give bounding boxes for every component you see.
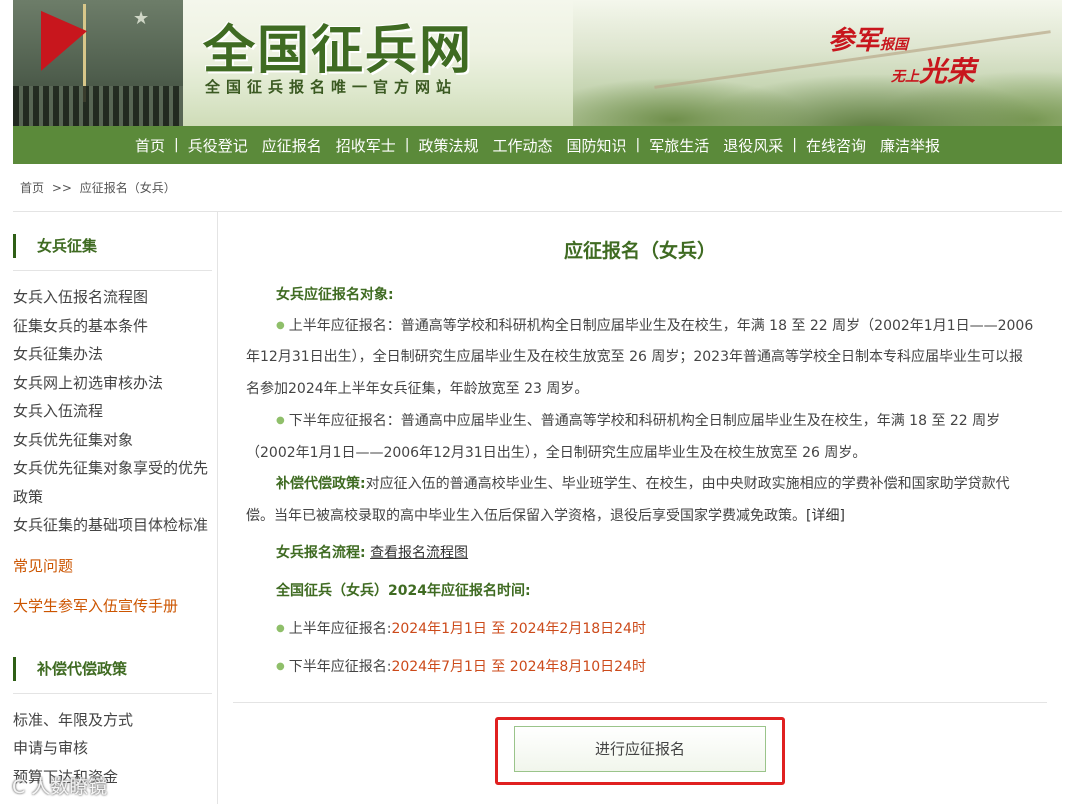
sidebar-item-priority-targets[interactable]: 女兵优先征集对象 — [13, 426, 217, 455]
nav-military-registration[interactable]: 兵役登记 — [181, 135, 255, 156]
nav-online-consult[interactable]: 在线咨询 — [799, 135, 873, 156]
sidebar-item-online-review[interactable]: 女兵网上初选审核办法 — [13, 369, 217, 398]
nav-home[interactable]: 首页 — [128, 135, 172, 156]
nav-separator: | — [173, 137, 179, 153]
bullet-icon: ● — [276, 661, 285, 673]
main-nav: 首页 | 兵役登记 应征报名 招收军士 | 政策法规 工作动态 国防知识 | 军… — [13, 126, 1062, 164]
compensation-label: 补偿代偿政策: — [276, 476, 366, 492]
nav-work-news[interactable]: 工作动态 — [485, 135, 559, 156]
sidebar-item-recruit-method[interactable]: 女兵征集办法 — [13, 340, 217, 369]
sidebar-item-basic-conditions[interactable]: 征集女兵的基本条件 — [13, 312, 217, 341]
nav-policies[interactable]: 政策法规 — [411, 135, 485, 156]
nav-nco-recruitment[interactable]: 招收军士 — [329, 135, 403, 156]
breadcrumb: 首页 >> 应征报名（女兵） — [13, 164, 1062, 212]
site-logo-title[interactable]: 全国征兵网 — [203, 8, 473, 83]
breadcrumb-current: 应征报名（女兵） — [79, 181, 176, 195]
sidebar-item-apply-review[interactable]: 申请与审核 — [13, 734, 217, 763]
second-half-paragraph: ● 下半年应征报名：普通高中应届毕业生、普通高等学校和科研机构全日制应届毕业生及在… — [246, 413, 1001, 461]
star-icon: ★ — [133, 8, 150, 29]
site-subtitle: 全国征兵报名唯一官方网站 — [205, 78, 458, 96]
image-watermark: C 人数瞭镜 — [12, 776, 108, 798]
nav-veterans[interactable]: 退役风采 — [716, 135, 790, 156]
site-banner: ★ 全国征兵网 全国征兵报名唯一官方网站 参军报国 无上光荣 — [13, 0, 1062, 126]
red-flag-icon — [41, 1, 87, 71]
main-content: 应征报名（女兵） 女兵应征报名对象: ● 上半年应征报名：普通高等学校和科研机构全… — [218, 212, 1062, 804]
breadcrumb-arrow: >> — [51, 181, 72, 195]
time-row-second-half: ● 下半年应征报名:2024年7月1日 至 2024年8月10日24时 — [276, 659, 646, 675]
breadcrumb-home[interactable]: 首页 — [18, 181, 46, 195]
sidebar-list: 女兵入伍报名流程图 征集女兵的基本条件 女兵征集办法 女兵网上初选审核办法 女兵… — [13, 283, 217, 621]
first-half-paragraph: ● 上半年应征报名：普通高等学校和科研机构全日制应届毕业生及在校生，年满 18 至… — [246, 317, 1034, 397]
page-title: 应征报名（女兵） — [563, 240, 716, 262]
target-label: 女兵应征报名对象: — [276, 287, 394, 303]
time-row-first-half: ● 上半年应征报名:2024年1月1日 至 2024年2月18日24时 — [276, 620, 646, 637]
sidebar-item-standards[interactable]: 标准、年限及方式 — [13, 706, 217, 735]
slogan-part-2: 无上光荣 — [891, 55, 976, 88]
process-row: 女兵报名流程: 查看报名流程图 — [246, 538, 1034, 570]
time-heading-row: 全国征兵（女兵）2024年应征报名时间: — [246, 576, 1034, 608]
sidebar: 女兵征集 女兵入伍报名流程图 征集女兵的基本条件 女兵征集办法 女兵网上初选审核… — [13, 212, 218, 804]
time-label: 全国征兵（女兵）2024年应征报名时间: — [276, 582, 531, 599]
start-signup-button[interactable]: 进行应征报名 — [514, 725, 766, 772]
sidebar-item-physical-standard[interactable]: 女兵征集的基础项目体检标准 — [13, 511, 217, 540]
nav-military-life[interactable]: 军旅生活 — [642, 135, 716, 156]
soldiers-graphic — [13, 86, 183, 126]
bullet-icon: ● — [276, 623, 285, 634]
sidebar-item-enlist-process[interactable]: 女兵入伍流程 — [13, 397, 217, 426]
compensation-paragraph: 补偿代偿政策:对应征入伍的普通高校毕业生、毕业班学生、在校生，由中央财政实施相应… — [246, 469, 1034, 532]
bullet-icon: ● — [276, 415, 285, 427]
content-area: 女兵征集 女兵入伍报名流程图 征集女兵的基本条件 女兵征集办法 女兵网上初选审核… — [13, 212, 1062, 804]
nav-separator: | — [404, 137, 410, 153]
sidebar-heading-compensation: 补偿代偿政策 — [13, 656, 217, 681]
nav-integrity-report[interactable]: 廉洁举报 — [873, 135, 947, 156]
sidebar-divider — [13, 692, 212, 694]
nav-separator: | — [635, 137, 641, 153]
first-half-dates: 2024年1月1日 至 2024年2月18日24时 — [391, 620, 646, 637]
sidebar-item-flowchart[interactable]: 女兵入伍报名流程图 — [13, 283, 217, 312]
bullet-icon: ● — [276, 320, 285, 331]
target-section-label: 女兵应征报名对象: — [246, 284, 1034, 304]
nav-defense-knowledge[interactable]: 国防知识 — [560, 135, 634, 156]
nav-enlistment-signup[interactable]: 应征报名 — [255, 135, 329, 156]
sidebar-item-handbook[interactable]: 大学生参军入伍宣传手册 — [13, 592, 217, 621]
sidebar-heading-female-recruit: 女兵征集 — [13, 234, 217, 258]
second-half-dates: 2024年7月1日 至 2024年8月10日24时 — [391, 659, 646, 675]
sidebar-divider — [13, 270, 212, 271]
compensation-detail-link[interactable]: [详细] — [806, 508, 845, 524]
signup-button-area: 进行应征报名 — [246, 716, 1034, 785]
highlight-frame: 进行应征报名 — [495, 716, 785, 785]
process-label: 女兵报名流程: — [276, 545, 366, 561]
sidebar-item-faq[interactable]: 常见问题 — [13, 552, 217, 581]
sidebar-item-priority-policy[interactable]: 女兵优先征集对象享受的优先政策 — [13, 454, 217, 511]
nav-separator: | — [792, 137, 797, 153]
honor-guard-photo: ★ — [13, 0, 183, 126]
page-wrapper: ★ 全国征兵网 全国征兵报名唯一官方网站 参军报国 无上光荣 首页 | 兵役登记… — [13, 0, 1062, 804]
process-flowchart-link[interactable]: 查看报名流程图 — [370, 545, 468, 561]
content-divider — [233, 701, 1047, 703]
